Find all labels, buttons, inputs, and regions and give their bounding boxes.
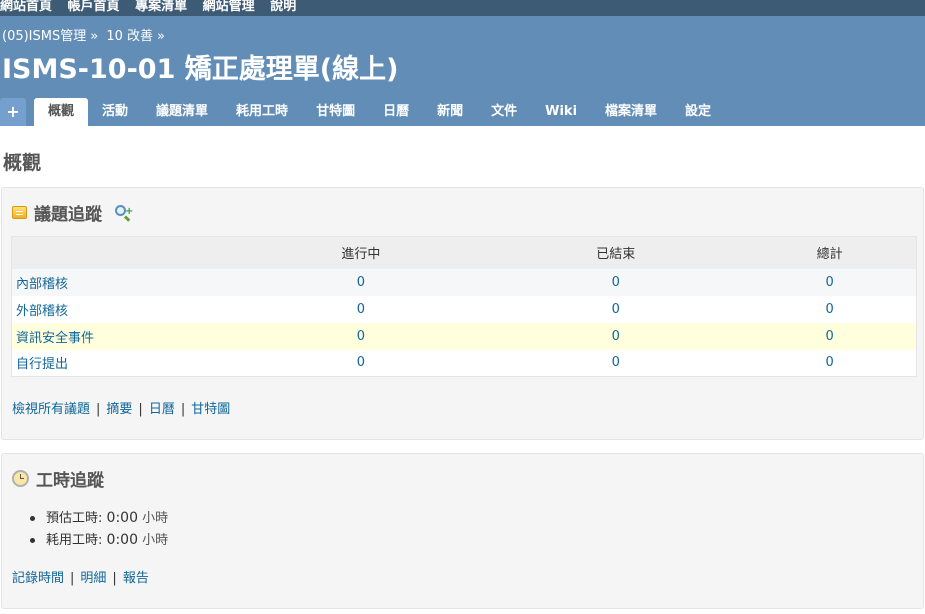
tab-issues[interactable]: 議題清單	[142, 98, 222, 126]
closed-count-link[interactable]: 0	[488, 322, 744, 350]
table-row: 資訊安全事件 0 0 0	[11, 322, 917, 350]
tab-activity[interactable]: 活動	[88, 98, 142, 126]
breadcrumb-parent-project[interactable]: (05)ISMS管理	[2, 29, 86, 44]
issue-tracking-box: 議題追蹤 + 進行中 已結束 總計 內部稽核 0 0 0 外部稽核 0 0 0 …	[1, 187, 924, 440]
report-link[interactable]: 報告	[123, 571, 149, 586]
table-row: 內部稽核 0 0 0	[11, 268, 917, 296]
tab-news[interactable]: 新聞	[423, 98, 477, 126]
issue-tracking-title: 議題追蹤	[34, 205, 102, 225]
time-links: 記錄時間 | 明細 | 報告	[12, 567, 149, 586]
top-menu-home[interactable]: 網站首頁	[0, 0, 52, 14]
view-all-issues-link[interactable]: 檢視所有議題	[12, 402, 90, 417]
link-separator: |	[112, 571, 117, 586]
breadcrumb-separator: »	[90, 29, 99, 44]
tracker-link[interactable]: 資訊安全事件	[11, 322, 234, 350]
link-separator: |	[96, 402, 101, 417]
spent-time-value: 0:00	[106, 532, 138, 548]
column-header-total: 總計	[743, 236, 917, 269]
issue-tracking-table: 進行中 已結束 總計 內部稽核 0 0 0 外部稽核 0 0 0 資訊安全事件 …	[11, 236, 917, 377]
time-summary-list: 預估工時: 0:00 小時 耗用工時: 0:00 小時	[29, 507, 169, 551]
estimated-time-unit: 小時	[142, 511, 169, 526]
main-content: 概觀 議題追蹤 + 進行中 已結束 總計 內部稽核 0 0 0 外部稽核 0 0…	[0, 148, 925, 609]
tab-gantt[interactable]: 甘特圖	[302, 98, 369, 126]
header: (05)ISMS管理» 10 改善» ISMS-10-01 矯正處理單(線上) …	[0, 16, 925, 126]
spent-time-item: 耗用工時: 0:00 小時	[29, 529, 169, 551]
calendar-link[interactable]: 日曆	[149, 402, 175, 417]
top-menu: 網站首頁 帳戶首頁 專案清單 網站管理 說明	[0, 0, 925, 16]
tracker-link[interactable]: 內部稽核	[11, 268, 234, 296]
table-row: 自行提出 0 0 0	[11, 349, 917, 377]
tab-wiki[interactable]: Wiki	[531, 98, 591, 126]
gantt-link[interactable]: 甘特圖	[191, 402, 230, 417]
estimated-time-value: 0:00	[106, 510, 138, 526]
clock-icon	[12, 470, 29, 487]
top-menu-administration[interactable]: 網站管理	[203, 0, 255, 14]
project-title: ISMS-10-01 矯正處理單(線上)	[2, 54, 399, 85]
column-header-tracker	[11, 236, 234, 269]
closed-count-link[interactable]: 0	[488, 349, 744, 377]
tab-files[interactable]: 檔案清單	[591, 98, 671, 126]
time-tracking-title: 工時追蹤	[36, 471, 104, 491]
link-separator: |	[138, 402, 143, 417]
summary-link[interactable]: 摘要	[106, 402, 132, 417]
tracker-link[interactable]: 外部稽核	[11, 295, 234, 323]
open-count-link[interactable]: 0	[233, 322, 489, 350]
breadcrumb: (05)ISMS管理 » 10 改善 »	[2, 25, 169, 44]
time-tracking-header: 工時追蹤	[12, 466, 104, 491]
total-count-link[interactable]: 0	[743, 295, 917, 323]
tab-settings[interactable]: 設定	[671, 98, 725, 126]
tab-calendar[interactable]: 日曆	[369, 98, 423, 126]
table-row: 外部稽核 0 0 0	[11, 295, 917, 323]
time-tracking-box: 工時追蹤 預估工時: 0:00 小時 耗用工時: 0:00 小時 記錄時間 | 明細…	[1, 453, 924, 609]
top-menu-my-page[interactable]: 帳戶首頁	[68, 0, 120, 14]
issue-icon	[12, 206, 27, 219]
spent-time-label: 耗用工時:	[46, 533, 103, 548]
spent-time-unit: 小時	[142, 533, 169, 548]
estimated-time-label: 預估工時:	[46, 511, 103, 526]
total-count-link[interactable]: 0	[743, 322, 917, 350]
open-count-link[interactable]: 0	[233, 349, 489, 377]
open-count-link[interactable]: 0	[233, 295, 489, 323]
tab-overview[interactable]: 概觀	[34, 98, 89, 126]
column-header-closed: 已結束	[488, 236, 744, 269]
column-header-open: 進行中	[233, 236, 489, 269]
table-header-row: 進行中 已結束 總計	[11, 236, 917, 269]
open-count-link[interactable]: 0	[233, 268, 489, 296]
tab-documents[interactable]: 文件	[477, 98, 531, 126]
log-time-link[interactable]: 記錄時間	[12, 571, 64, 586]
issue-links: 檢視所有議題 | 摘要 | 日曆 | 甘特圖	[12, 398, 230, 417]
top-menu-projects[interactable]: 專案清單	[135, 0, 187, 14]
details-link[interactable]: 明細	[80, 571, 106, 586]
tab-time-entries[interactable]: 耗用工時	[222, 98, 302, 126]
top-menu-help[interactable]: 說明	[270, 0, 296, 14]
closed-count-link[interactable]: 0	[488, 295, 744, 323]
breadcrumb-separator: »	[157, 29, 166, 44]
new-object-button[interactable]: +	[0, 98, 26, 126]
issue-tracking-header: 議題追蹤 +	[12, 200, 133, 225]
estimated-time-item: 預估工時: 0:00 小時	[29, 507, 169, 529]
total-count-link[interactable]: 0	[743, 349, 917, 377]
page-title: 概觀	[3, 152, 42, 174]
link-separator: |	[180, 402, 186, 417]
tracker-link[interactable]: 自行提出	[11, 349, 234, 377]
total-count-link[interactable]: 0	[743, 268, 917, 296]
breadcrumb-subproject[interactable]: 10 改善	[106, 29, 153, 44]
main-menu-tabs: + 概觀 活動 議題清單 耗用工時 甘特圖 日曆 新聞 文件 Wiki 檔案清單…	[0, 96, 725, 126]
closed-count-link[interactable]: 0	[488, 268, 744, 296]
link-separator: |	[70, 571, 75, 586]
search-plus-icon[interactable]: +	[114, 204, 133, 222]
